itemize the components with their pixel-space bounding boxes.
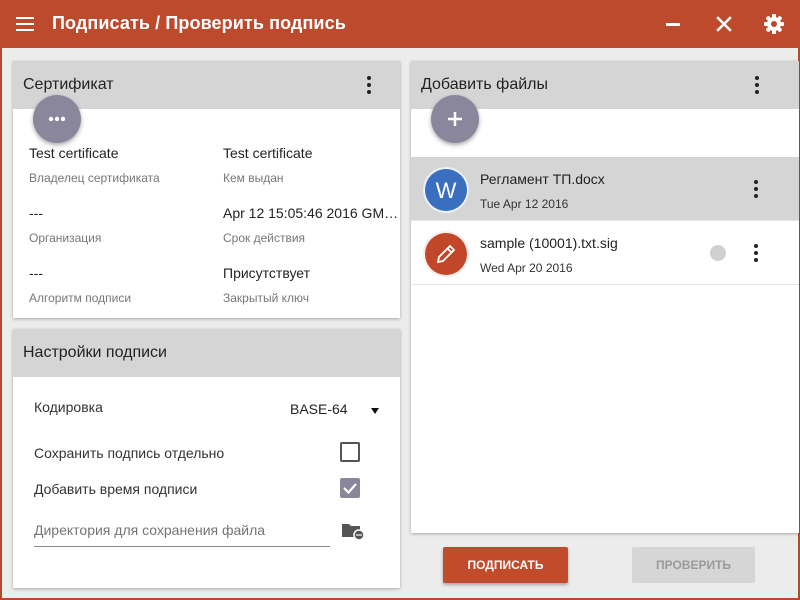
encoding-select[interactable]: BASE-64 — [283, 397, 383, 421]
cert-organization-label: Организация — [29, 231, 102, 245]
close-icon[interactable] — [712, 12, 736, 36]
menu-icon[interactable] — [16, 14, 36, 34]
signature-settings-card: Настройки подписи Кодировка BASE-64 Сохр… — [13, 329, 400, 588]
cert-issuer-value: Test certificate — [223, 145, 313, 161]
file-more-icon[interactable] — [746, 177, 766, 201]
settings-header: Настройки подписи — [13, 329, 400, 377]
minimize-icon[interactable] — [662, 12, 686, 36]
cert-owner-label: Владелец сертификата — [29, 171, 160, 185]
encoding-label: Кодировка — [34, 399, 103, 415]
verify-button[interactable]: ПРОВЕРИТЬ — [632, 547, 755, 583]
file-status-indicator — [710, 245, 726, 261]
cert-algorithm-value: --- — [29, 265, 43, 281]
files-more-icon[interactable] — [747, 73, 767, 97]
file-item-docx[interactable]: W Регламент ТП.docx Tue Apr 12 2016 — [411, 157, 799, 221]
add-timestamp-checkbox[interactable] — [340, 478, 360, 498]
files-title: Добавить файлы — [421, 76, 548, 93]
gear-icon[interactable] — [762, 12, 786, 36]
detached-signature-label: Сохранить подпись отдельно — [34, 445, 225, 461]
content-area: Сертификат Test certificate Владелец сер… — [2, 48, 799, 598]
cert-owner-field: Test certificate Владелец сертификата — [29, 145, 207, 185]
settings-title: Настройки подписи — [23, 344, 167, 361]
file-item-sig[interactable]: sample (10001).txt.sig Wed Apr 20 2016 — [411, 221, 799, 285]
word-file-letter: W — [435, 178, 457, 203]
cert-organization-value: --- — [29, 205, 43, 221]
file-date: Tue Apr 12 2016 — [480, 197, 569, 211]
detached-signature-checkbox[interactable] — [340, 442, 360, 462]
cert-private-key-field: Присутствует Закрытый ключ — [223, 265, 401, 305]
pencil-icon — [423, 231, 469, 277]
cert-owner-value: Test certificate — [29, 145, 119, 161]
certificate-card: Сертификат Test certificate Владелец сер… — [13, 61, 401, 318]
file-name: sample (10001).txt.sig — [480, 235, 618, 251]
file-name: Регламент ТП.docx — [480, 171, 605, 187]
cert-validity-field: Apr 12 15:05:46 2016 GMT ... Срок действ… — [223, 205, 401, 245]
check-icon — [343, 483, 357, 495]
files-card: Добавить файлы W Регламент ТП.docx Tue A… — [411, 61, 799, 533]
word-file-icon: W — [423, 167, 469, 213]
cert-validity-value: Apr 12 15:05:46 2016 GMT ... — [223, 205, 401, 221]
cert-private-key-value: Присутствует — [223, 265, 311, 281]
cert-private-key-label: Закрытый ключ — [223, 291, 310, 305]
file-date: Wed Apr 20 2016 — [480, 261, 573, 275]
cert-algorithm-label: Алгоритм подписи — [29, 291, 132, 305]
certificate-more-icon[interactable] — [359, 73, 379, 97]
cert-issuer-field: Test certificate Кем выдан — [223, 145, 401, 185]
window-title: Подписать / Проверить подпись — [52, 13, 346, 33]
add-timestamp-label: Добавить время подписи — [34, 481, 198, 497]
certificate-title: Сертификат — [23, 76, 114, 93]
folder-browse-icon[interactable] — [340, 519, 366, 543]
plus-icon — [448, 112, 462, 126]
save-directory-input[interactable] — [34, 513, 330, 547]
dropdown-arrow-icon — [371, 408, 379, 414]
cert-organization-field: --- Организация — [29, 205, 207, 245]
file-more-icon[interactable] — [746, 241, 766, 265]
encoding-value: BASE-64 — [290, 401, 348, 417]
cert-issuer-label: Кем выдан — [223, 171, 284, 185]
sign-button[interactable]: ПОДПИСАТЬ — [443, 547, 568, 583]
cert-algorithm-field: --- Алгоритм подписи — [29, 265, 207, 305]
certificate-select-button[interactable] — [33, 95, 81, 143]
add-file-button[interactable] — [431, 95, 479, 143]
title-bar: Подписать / Проверить подпись — [0, 0, 800, 48]
cert-validity-label: Срок действия — [223, 231, 306, 245]
more-horiz-icon — [48, 116, 66, 122]
